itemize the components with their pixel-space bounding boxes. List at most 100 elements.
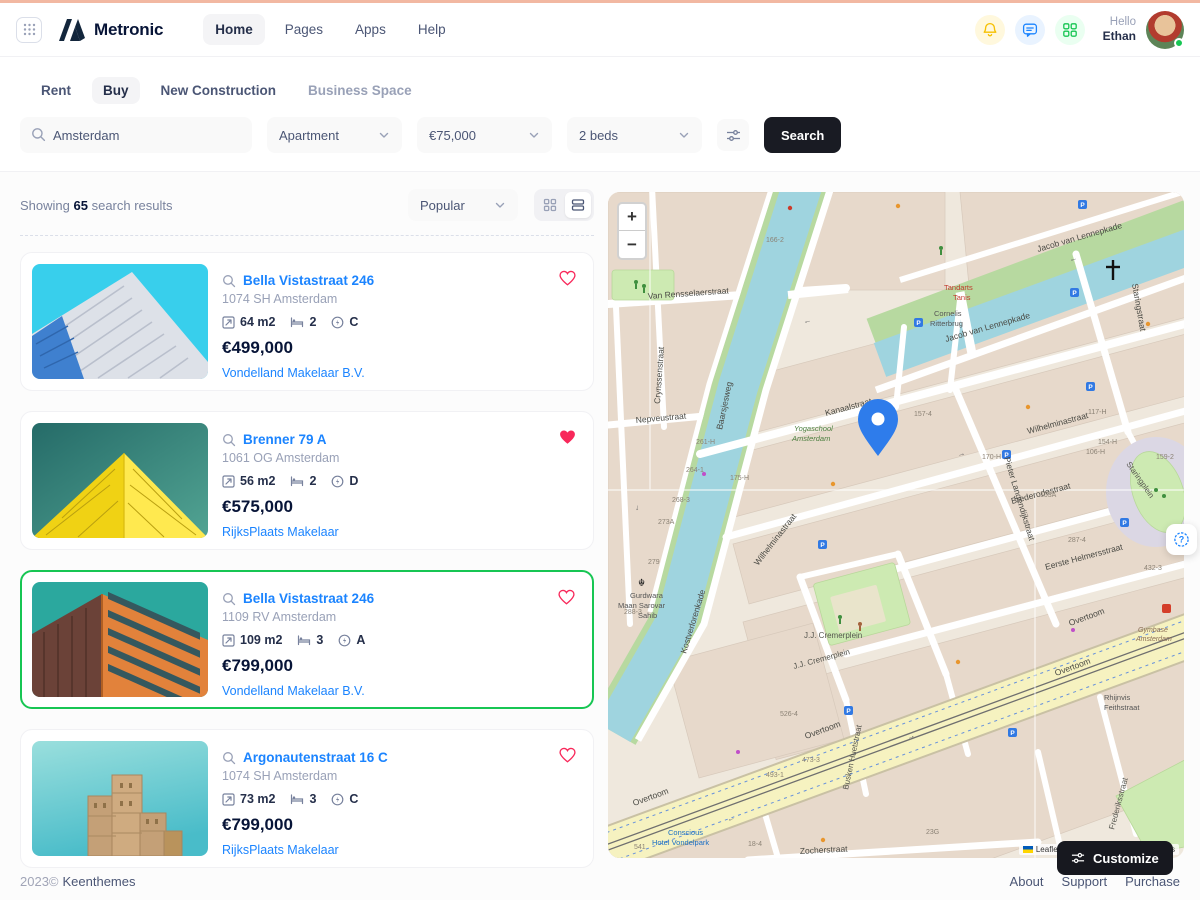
svg-text:175-H: 175-H <box>730 475 749 482</box>
favorite-button[interactable] <box>557 588 576 612</box>
price-value: €75,000 <box>429 128 476 143</box>
list-view-button[interactable] <box>565 192 591 218</box>
greeting-hello: Hello <box>1103 15 1136 29</box>
app-launcher-button[interactable] <box>16 17 42 43</box>
svg-text:170-H: 170-H <box>982 454 1001 461</box>
zoom-out-button[interactable]: − <box>619 231 645 258</box>
favorite-button[interactable] <box>558 269 577 293</box>
area-icon <box>222 793 235 806</box>
svg-text:?: ? <box>1179 535 1185 545</box>
bed-icon <box>290 316 304 328</box>
svg-text:J.J. Cremerplein: J.J. Cremerplein <box>804 631 862 640</box>
help-badge-icon: ? <box>1173 531 1190 548</box>
search-button[interactable]: Search <box>764 117 841 153</box>
svg-text:Gymbase: Gymbase <box>1138 627 1168 634</box>
listing-energy: C <box>349 315 358 329</box>
svg-text:P: P <box>846 708 851 715</box>
chevron-down-icon <box>494 199 506 211</box>
listing-photo[interactable] <box>32 264 208 379</box>
listing-address: 1109 RV Amsterdam <box>222 610 374 624</box>
listing-photo[interactable] <box>32 582 208 697</box>
sliders-icon <box>1071 851 1085 865</box>
price-select[interactable]: €75,000 <box>417 117 552 153</box>
listing-agency[interactable]: RijksPlaats Makelaar <box>222 525 358 539</box>
location-search-input[interactable] <box>20 117 252 153</box>
listing-area: 56 m2 <box>240 474 275 488</box>
footer-link-support[interactable]: Support <box>1062 874 1108 889</box>
company-link[interactable]: Keenthemes <box>63 874 136 889</box>
listing-photo[interactable] <box>32 741 208 856</box>
energy-label-icon <box>338 634 351 647</box>
tab-buy[interactable]: Buy <box>92 77 140 104</box>
property-type-select[interactable]: Apartment <box>267 117 402 153</box>
map[interactable]: ← ← → ← → ← P P P P P P P P P <box>608 192 1184 858</box>
favorite-button[interactable] <box>558 746 577 770</box>
listing-address: 1061 OG Amsterdam <box>222 451 358 465</box>
grid-view-button[interactable] <box>537 192 563 218</box>
results-column: Showing 65 search results Popular <box>20 189 594 868</box>
listing-beds: 3 <box>316 633 323 647</box>
search-icon <box>31 127 46 142</box>
listing-card[interactable]: Argonautenstraat 16 C 1074 SH Amsterdam … <box>20 729 594 868</box>
heart-outline-icon <box>557 588 576 607</box>
brand-logo[interactable]: Metronic <box>58 19 163 41</box>
bell-icon <box>982 22 998 38</box>
listing-title[interactable]: Brenner 79 A <box>243 432 327 447</box>
listing-price: €799,000 <box>222 656 374 676</box>
svg-text:Amsterdam: Amsterdam <box>791 434 830 443</box>
messages-button[interactable] <box>1015 15 1045 45</box>
area-icon <box>222 475 235 488</box>
listing-title[interactable]: Argonautenstraat 16 C <box>243 750 388 765</box>
heart-filled-icon <box>558 428 577 447</box>
zoom-in-button[interactable]: + <box>619 204 645 231</box>
footer-link-purchase[interactable]: Purchase <box>1125 874 1180 889</box>
footer-link-about[interactable]: About <box>1010 874 1044 889</box>
listing-agency[interactable]: RijksPlaats Makelaar <box>222 843 388 857</box>
svg-text:154-H: 154-H <box>1098 439 1117 446</box>
listing-title[interactable]: Bella Vistastraat 246 <box>243 273 374 288</box>
bed-icon <box>290 475 304 487</box>
listing-photo[interactable] <box>32 423 208 538</box>
results-count-text: Showing 65 search results <box>20 198 173 213</box>
list-view-icon <box>571 198 585 212</box>
listing-card[interactable]: Bella Vistastraat 246 1074 SH Amsterdam … <box>20 252 594 391</box>
listing-area: 64 m2 <box>240 315 275 329</box>
tab-business-space[interactable]: Business Space <box>297 77 423 104</box>
copyright: 2023©Keenthemes <box>20 874 136 889</box>
listing-card-selected[interactable]: Bella Vistastraat 246 1109 RV Amsterdam … <box>20 570 594 709</box>
nav-item-pages[interactable]: Pages <box>273 14 335 45</box>
help-button[interactable]: ? <box>1166 524 1197 555</box>
listing-agency[interactable]: Vondelland Makelaar B.V. <box>222 684 374 698</box>
search-icon <box>222 433 236 447</box>
greeting-name: Ethan <box>1103 29 1136 44</box>
view-toggle <box>534 189 594 221</box>
favorite-button-active[interactable] <box>558 428 577 452</box>
listing-title[interactable]: Bella Vistastraat 246 <box>243 591 374 606</box>
apps-button[interactable] <box>1055 15 1085 45</box>
map-zoom-control: + − <box>617 202 647 260</box>
nav-item-home[interactable]: Home <box>203 14 265 45</box>
sort-select[interactable]: Popular <box>408 189 518 221</box>
listing-agency[interactable]: Vondelland Makelaar B.V. <box>222 366 374 380</box>
divider <box>20 235 594 236</box>
beds-select[interactable]: 2 beds <box>567 117 702 153</box>
svg-text:526-4: 526-4 <box>780 711 798 718</box>
listing-area: 109 m2 <box>240 633 282 647</box>
tab-rent[interactable]: Rent <box>30 77 82 104</box>
nav-item-help[interactable]: Help <box>406 14 458 45</box>
listing-card[interactable]: Brenner 79 A 1061 OG Amsterdam 56 m2 2 D… <box>20 411 594 550</box>
listing-beds: 2 <box>309 315 316 329</box>
avatar[interactable] <box>1146 11 1184 49</box>
customize-button[interactable]: Customize <box>1057 841 1173 875</box>
tab-new-construction[interactable]: New Construction <box>150 77 288 104</box>
chevron-down-icon <box>528 129 540 141</box>
filter-row: Apartment €75,000 2 beds Search <box>20 117 1180 153</box>
flag-icon <box>1023 846 1033 853</box>
more-filters-button[interactable] <box>717 119 749 151</box>
nav-item-apps[interactable]: Apps <box>343 14 398 45</box>
notifications-button[interactable] <box>975 15 1005 45</box>
listing-beds: 3 <box>309 792 316 806</box>
listing-price: €575,000 <box>222 497 358 517</box>
metronic-logo-icon <box>58 19 85 41</box>
listing-price: €799,000 <box>222 815 388 835</box>
